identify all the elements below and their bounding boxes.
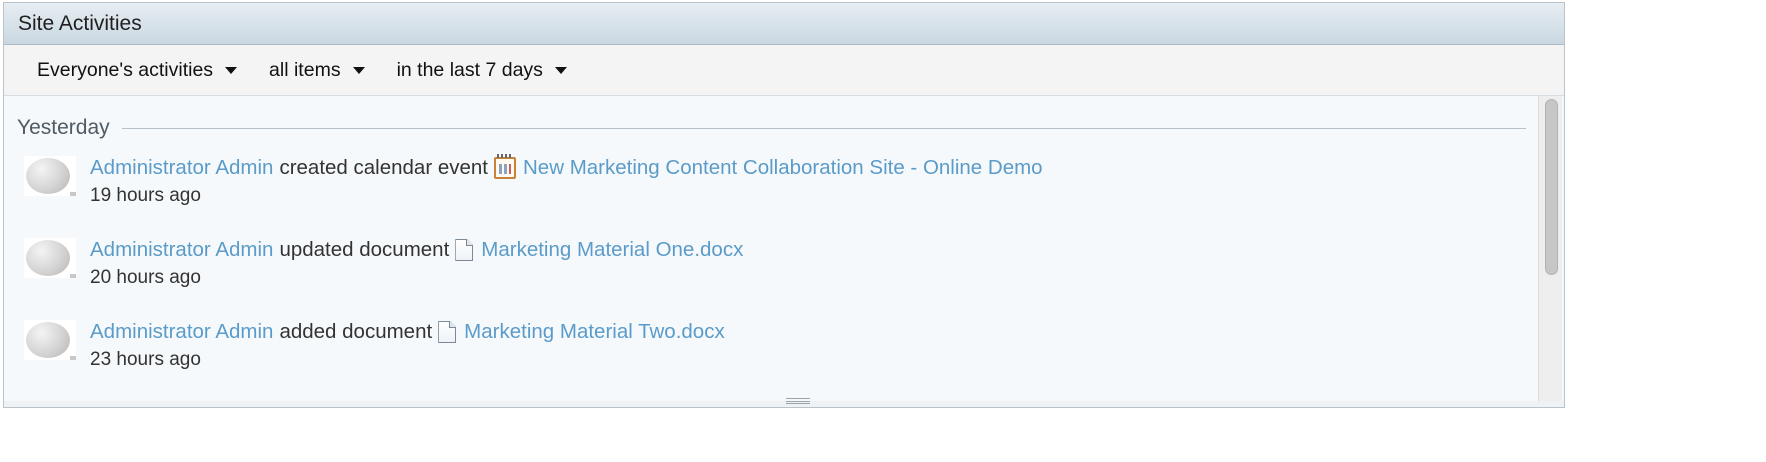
vertical-scrollbar[interactable] — [1538, 96, 1562, 404]
activity-user-link[interactable]: Administrator Admin — [90, 320, 273, 344]
filter-toolbar: Everyone's activities all items in the l… — [4, 45, 1564, 96]
item-type-filter-dropdown[interactable]: all items — [269, 59, 365, 82]
user-filter-dropdown[interactable]: Everyone's activities — [37, 58, 238, 82]
dashlet-title: Site Activities — [18, 11, 142, 35]
date-range-filter-label: in the last 7 days — [396, 58, 543, 81]
activity-timestamp: 23 hours ago — [90, 349, 201, 370]
activity-action-text: updated document — [279, 238, 450, 261]
activity-timestamp: 20 hours ago — [90, 267, 201, 288]
day-group-header: Yesterday — [17, 116, 1526, 140]
date-range-filter-dropdown[interactable]: in the last 7 days — [397, 59, 567, 82]
activity-action-text: created calendar event — [279, 156, 488, 179]
activity-item-link[interactable]: Marketing Material One.docx — [481, 238, 743, 262]
calendar-icon — [494, 154, 516, 179]
activity-item: Administrator Admin created calendar eve… — [24, 154, 1424, 214]
scrollbar-thumb[interactable] — [1545, 99, 1558, 275]
chevron-down-icon — [352, 66, 365, 74]
site-activities-dashlet: Site Activities Everyone's activities al… — [3, 2, 1565, 405]
activity-list: Yesterday Administrator Admin created ca… — [4, 96, 1564, 404]
document-icon — [455, 239, 474, 261]
day-group-label: Yesterday — [17, 116, 110, 139]
activity-item-link[interactable]: New Marketing Content Collaboration Site… — [523, 156, 1043, 180]
activity-user-link[interactable]: Administrator Admin — [90, 238, 273, 262]
activity-user-link[interactable]: Administrator Admin — [90, 156, 273, 180]
user-filter-label: Everyone's activities — [37, 58, 214, 81]
avatar[interactable] — [24, 156, 76, 196]
activity-item-link[interactable]: Marketing Material Two.docx — [464, 320, 725, 344]
activity-item: Administrator Admin added document Marke… — [24, 318, 1424, 378]
chevron-down-icon — [554, 66, 567, 74]
activity-action-text: added document — [279, 320, 433, 343]
document-icon — [438, 321, 457, 343]
avatar[interactable] — [24, 238, 76, 278]
item-type-filter-label: all items — [269, 58, 341, 81]
activity-item: Administrator Admin updated document Mar… — [24, 236, 1424, 296]
resize-handle-icon[interactable] — [786, 398, 810, 404]
day-group-divider — [121, 127, 1526, 129]
avatar[interactable] — [24, 320, 76, 360]
dashlet-title-bar: Site Activities — [4, 3, 1564, 45]
activity-timestamp: 19 hours ago — [90, 185, 201, 206]
chevron-down-icon — [225, 66, 238, 74]
dashlet-footer — [3, 401, 1565, 408]
